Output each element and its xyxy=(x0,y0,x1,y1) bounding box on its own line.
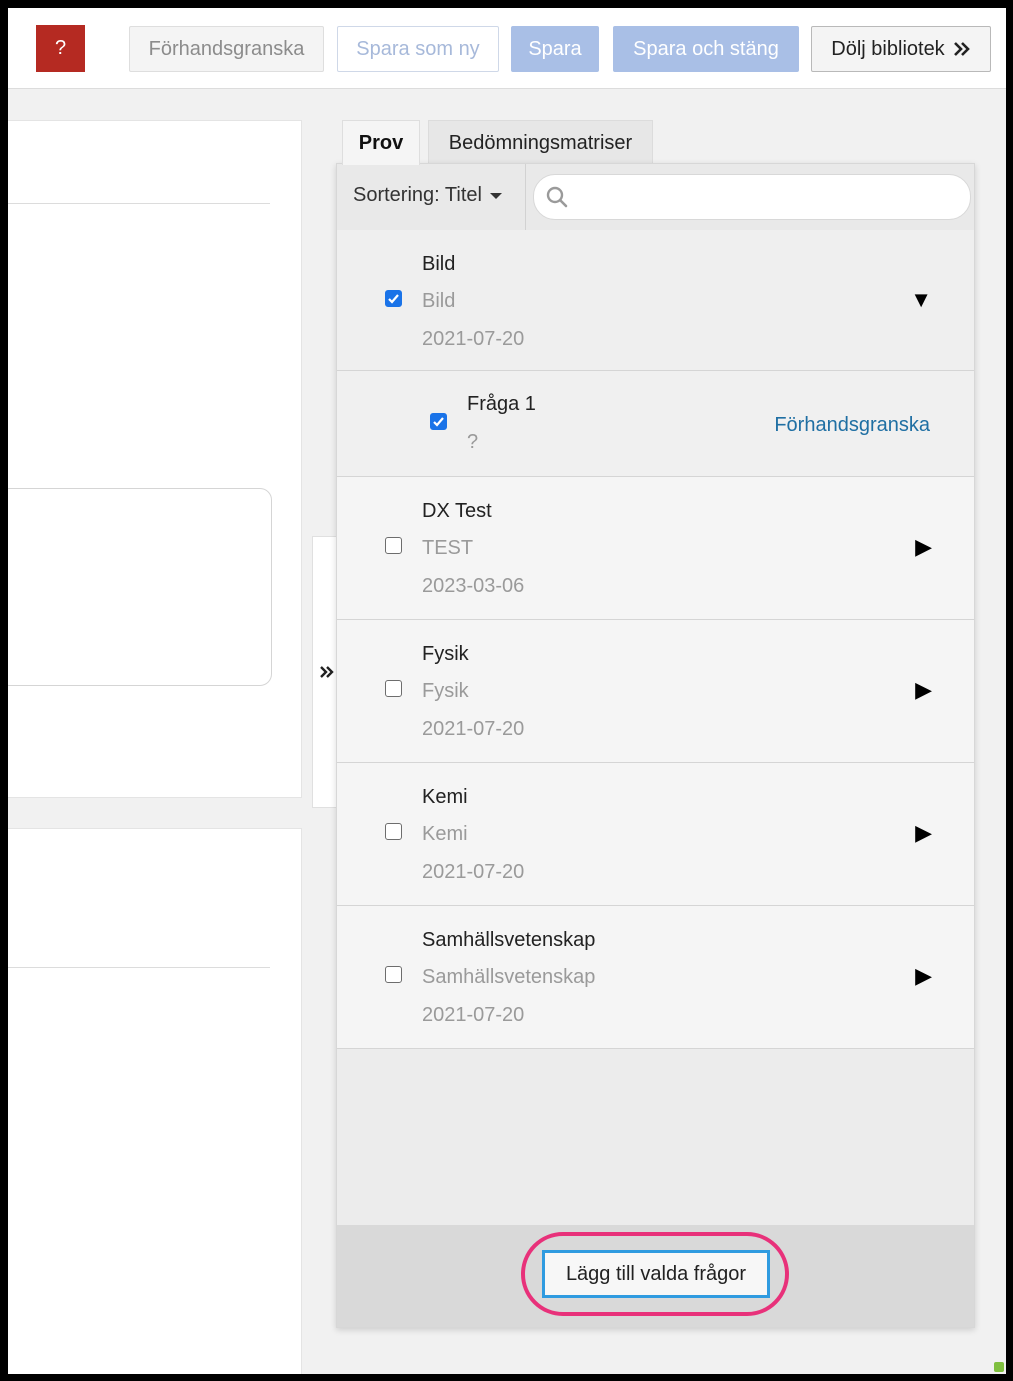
exam-checkbox[interactable] xyxy=(385,680,402,697)
exam-date: 2021-07-20 xyxy=(422,718,525,740)
exam-checkbox[interactable] xyxy=(385,537,402,554)
exam-subtitle: Kemi xyxy=(422,823,468,845)
double-chevron-right-icon xyxy=(953,42,970,56)
triangle-right-icon[interactable]: ▶ xyxy=(915,536,932,558)
question-library: Sortering: Titel Bild Bild 2021-07-20 ▼ … xyxy=(336,163,975,1328)
divider xyxy=(525,164,526,230)
checkmark-icon xyxy=(388,294,399,304)
question-preview-link[interactable]: Förhandsgranska xyxy=(774,414,930,437)
exam-list: Bild Bild 2021-07-20 ▼ Fråga 1 ? Förhand… xyxy=(337,230,974,1049)
exam-subtitle: Fysik xyxy=(422,680,469,702)
exam-row[interactable]: Fysik Fysik 2021-07-20 ▶ xyxy=(337,620,974,763)
exam-title: DX Test xyxy=(422,500,492,522)
triangle-down-icon[interactable]: ▼ xyxy=(910,289,932,311)
question-title: Fråga 1 xyxy=(467,393,536,415)
exam-title: Fysik xyxy=(422,643,469,665)
editor-text-area[interactable] xyxy=(8,488,272,686)
save-button[interactable]: Spara xyxy=(511,26,599,72)
library-header: Sortering: Titel xyxy=(337,164,974,231)
caret-down-icon xyxy=(489,192,502,199)
divider xyxy=(8,967,270,968)
exam-date: 2021-07-20 xyxy=(422,1004,525,1026)
exam-title: Bild xyxy=(422,253,456,275)
save-as-new-button[interactable]: Spara som ny xyxy=(337,26,499,72)
exam-checkbox[interactable] xyxy=(385,290,402,307)
sort-label: Sortering: Titel xyxy=(353,184,482,206)
sort-dropdown[interactable]: Sortering: Titel xyxy=(353,184,502,207)
exam-title: Samhällsvetenskap xyxy=(422,929,596,951)
triangle-right-icon[interactable]: ▶ xyxy=(915,679,932,701)
exam-subtitle: Samhällsvetenskap xyxy=(422,966,596,988)
search-input[interactable] xyxy=(533,174,971,220)
triangle-right-icon[interactable]: ▶ xyxy=(915,965,932,987)
exam-checkbox[interactable] xyxy=(385,966,402,983)
checkmark-icon xyxy=(433,417,444,427)
editor-panel xyxy=(8,120,302,798)
save-and-close-button[interactable]: Spara och stäng xyxy=(613,26,799,72)
exam-date: 2021-07-20 xyxy=(422,861,525,883)
divider xyxy=(8,203,270,204)
exam-date: 2023-03-06 xyxy=(422,575,525,597)
highlight-ring xyxy=(521,1232,789,1316)
question-row[interactable]: Fråga 1 ? Förhandsgranska xyxy=(337,371,974,477)
exam-row[interactable]: DX Test TEST 2023-03-06 ▶ xyxy=(337,477,974,620)
exam-row[interactable]: Kemi Kemi 2021-07-20 ▶ xyxy=(337,763,974,906)
editor-panel-secondary xyxy=(8,828,302,1374)
exam-subtitle: Bild xyxy=(422,290,456,312)
exam-row[interactable]: Samhällsvetenskap Samhällsvetenskap 2021… xyxy=(337,906,974,1049)
exam-checkbox[interactable] xyxy=(385,823,402,840)
exam-subtitle: TEST xyxy=(422,537,474,559)
help-button[interactable]: ? xyxy=(36,25,85,72)
exam-row[interactable]: Bild Bild 2021-07-20 ▼ xyxy=(337,230,974,371)
question-subtitle: ? xyxy=(467,431,479,453)
exam-title: Kemi xyxy=(422,786,468,808)
app-window: ? Förhandsgranska Spara som ny Spara Spa… xyxy=(8,8,1006,1374)
tab-bedomningsmatriser[interactable]: Bedömningsmatriser xyxy=(428,120,653,165)
search-icon xyxy=(546,186,568,208)
exam-date: 2021-07-20 xyxy=(422,328,525,350)
tab-prov[interactable]: Prov xyxy=(342,120,420,165)
hide-library-button[interactable]: Dölj bibliotek xyxy=(811,26,991,72)
double-chevron-right-icon xyxy=(319,666,334,678)
resize-grip-icon[interactable] xyxy=(994,1362,1004,1372)
question-checkbox[interactable] xyxy=(430,413,447,430)
preview-button[interactable]: Förhandsgranska xyxy=(129,26,324,72)
triangle-right-icon[interactable]: ▶ xyxy=(915,822,932,844)
top-toolbar: ? Förhandsgranska Spara som ny Spara Spa… xyxy=(8,8,1006,89)
hide-library-label: Dölj bibliotek xyxy=(831,37,945,60)
